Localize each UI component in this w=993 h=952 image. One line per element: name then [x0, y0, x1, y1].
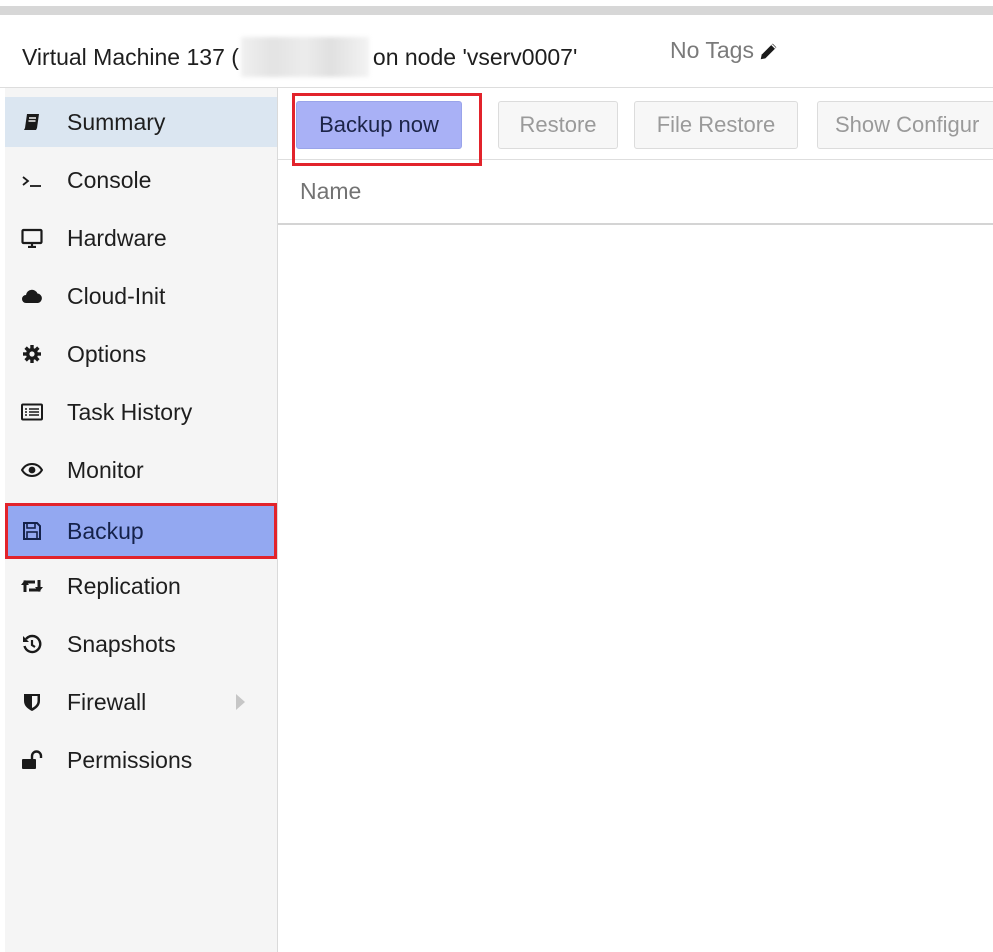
- sidebar-item-task-history[interactable]: Task History: [5, 387, 277, 437]
- sidebar-item-console[interactable]: Console: [5, 155, 277, 205]
- tags-editor[interactable]: No Tags: [670, 37, 780, 64]
- unlock-icon: [20, 748, 44, 772]
- vm-header: Virtual Machine 137 (on node 'vserv0007'…: [0, 16, 993, 88]
- terminal-icon: [20, 168, 44, 192]
- column-header-name[interactable]: Name: [300, 178, 361, 205]
- sidebar-item-firewall[interactable]: Firewall: [5, 677, 277, 727]
- sidebar-item-label: Hardware: [67, 224, 167, 251]
- sidebar-item-replication[interactable]: Replication: [5, 561, 277, 611]
- gear-icon: [20, 342, 44, 366]
- retweet-icon: [20, 574, 44, 598]
- grid-header: Name: [278, 161, 993, 225]
- sidebar-item-label: Console: [67, 166, 152, 193]
- sidebar-item-label: Monitor: [67, 456, 144, 483]
- sidebar-item-label: Task History: [67, 398, 193, 425]
- sidebar-item-label: Backup: [67, 517, 144, 544]
- sidebar-item-label: Options: [67, 340, 147, 367]
- history-icon: [20, 632, 44, 656]
- toolbar: Backup now Restore File Restore Show Con…: [278, 88, 993, 166]
- sidebar-item-cloud-init[interactable]: Cloud-Init: [5, 271, 277, 321]
- sidebar-item-options[interactable]: Options: [5, 329, 277, 379]
- show-configuration-button[interactable]: Show Configur: [817, 101, 993, 149]
- file-restore-button[interactable]: File Restore: [634, 101, 798, 149]
- book-icon: [20, 110, 44, 134]
- monitor-icon: [20, 226, 44, 250]
- sidebar-item-label: Cloud-Init: [67, 282, 166, 309]
- sidebar-item-label: Permissions: [67, 746, 193, 773]
- sidebar-item-snapshots[interactable]: Snapshots: [5, 619, 277, 669]
- tags-label: No Tags: [670, 37, 754, 63]
- backup-panel: Backup now Restore File Restore Show Con…: [278, 88, 993, 952]
- pencil-icon[interactable]: [758, 40, 780, 62]
- top-strip: [0, 0, 993, 16]
- redacted-vm-name: [240, 37, 369, 77]
- sidebar-item-label: Snapshots: [67, 630, 176, 657]
- sidebar: Summary Console Hardware Cloud-Init Opti…: [5, 88, 278, 952]
- expand-arrow-icon[interactable]: [236, 694, 245, 710]
- backup-now-button[interactable]: Backup now: [296, 101, 462, 149]
- sidebar-item-summary[interactable]: Summary: [5, 97, 277, 147]
- cloud-icon: [20, 284, 44, 308]
- restore-button[interactable]: Restore: [498, 101, 618, 149]
- sidebar-item-label: Firewall: [67, 688, 147, 715]
- vm-title: Virtual Machine 137 (on node 'vserv0007': [22, 37, 577, 77]
- sidebar-item-monitor[interactable]: Monitor: [5, 445, 277, 495]
- sidebar-item-label: Summary: [67, 108, 166, 135]
- shield-icon: [20, 690, 44, 714]
- eye-icon: [20, 458, 44, 482]
- sidebar-item-label: Replication: [67, 572, 181, 599]
- sidebar-item-backup[interactable]: Backup: [5, 503, 277, 559]
- list-icon: [20, 400, 44, 424]
- sidebar-item-permissions[interactable]: Permissions: [5, 735, 277, 785]
- floppy-icon: [20, 519, 44, 543]
- sidebar-item-hardware[interactable]: Hardware: [5, 213, 277, 263]
